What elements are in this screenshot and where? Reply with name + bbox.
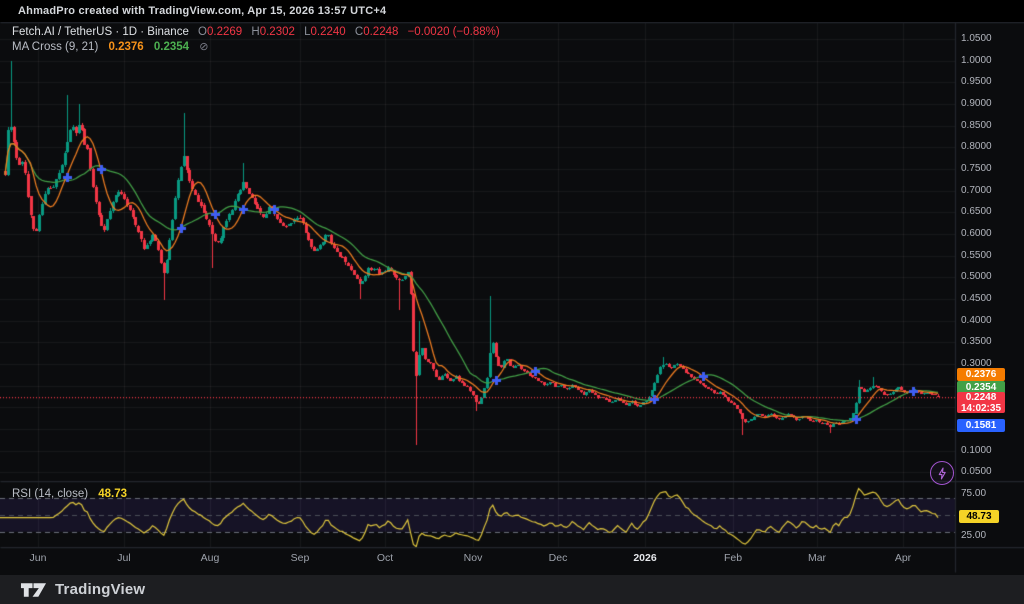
price-axis[interactable]: 0.2376 0.2354 0.2248 14:02:35 0.1581 48.… — [956, 22, 1024, 572]
hide-indicator-icon[interactable]: ⊘ — [199, 41, 208, 53]
price-tick-label: 0.5000 — [961, 271, 992, 282]
attribution-bar: AhmadPro created with TradingView.com, A… — [0, 0, 1024, 22]
low-level-price-badge: 0.1581 — [957, 419, 1005, 432]
high-value: 0.2302 — [260, 26, 295, 38]
rsi-tick-label: 75.00 — [961, 488, 986, 499]
bar-countdown: 14:02:35 — [957, 404, 1005, 415]
price-tick-label: 0.9500 — [961, 76, 992, 87]
footer-bar: TradingView — [0, 575, 1024, 604]
tradingview-logo[interactable] — [20, 581, 47, 599]
time-axis-label: Nov — [464, 552, 483, 564]
time-axis-label: Oct — [377, 552, 393, 564]
price-tick-label: 0.8000 — [961, 141, 992, 152]
price-tick-label: 0.8500 — [961, 120, 992, 131]
price-tick-label: 0.9000 — [961, 98, 992, 109]
last-price-value: 0.2248 — [957, 393, 1005, 404]
open-value: 0.2269 — [207, 26, 242, 38]
ma-cross-label[interactable]: MA Cross (9, 21) — [12, 41, 98, 53]
change-value: −0.0020 (−0.88%) — [408, 26, 500, 38]
boost-button[interactable] — [930, 461, 954, 485]
time-axis-label: Mar — [808, 552, 826, 564]
rsi-value-badge: 48.73 — [959, 510, 999, 523]
ma-cross-legend-row[interactable]: MA Cross (9, 21) 0.2376 0.2354 ⊘ — [12, 40, 500, 54]
time-axis-label: Apr — [895, 552, 911, 564]
symbol-legend-row[interactable]: Fetch.AI / TetherUS · 1D · Binance O0.22… — [12, 25, 500, 39]
close-label: C — [355, 26, 363, 38]
time-axis[interactable]: Jun Jul Aug Sep Oct Nov Dec 2026 Feb Mar Apr — [0, 548, 955, 572]
time-axis-label: 2026 — [633, 552, 656, 564]
ma-fast-price-badge: 0.2376 — [957, 368, 1005, 381]
price-tick-label: 0.3000 — [961, 358, 992, 369]
price-tick-label: 0.3500 — [961, 336, 992, 347]
price-tick-label: 0.5500 — [961, 250, 992, 261]
price-tick-label: 0.4000 — [961, 315, 992, 326]
price-tick-label: 0.4500 — [961, 293, 992, 304]
time-axis-label: Aug — [201, 552, 220, 564]
chart-canvas[interactable] — [0, 0, 1024, 604]
time-axis-label: Dec — [549, 552, 568, 564]
time-axis-label: Feb — [724, 552, 742, 564]
time-axis-label: Jul — [117, 552, 130, 564]
low-value: 0.2240 — [311, 26, 346, 38]
rsi-legend-value: 48.73 — [98, 488, 127, 500]
rsi-label[interactable]: RSI (14, close) — [12, 488, 88, 500]
time-axis-label: Sep — [291, 552, 310, 564]
rsi-tick-label: 25.00 — [961, 530, 986, 541]
price-tick-label: 0.1000 — [961, 445, 992, 456]
ma-fast-value: 0.2376 — [108, 41, 143, 53]
price-tick-label: 1.0500 — [961, 33, 992, 44]
price-tick-label: 0.0500 — [961, 466, 992, 477]
price-tick-label: 0.6000 — [961, 228, 992, 239]
rsi-legend-row[interactable]: RSI (14, close) 48.73 — [12, 487, 127, 501]
price-tick-label: 0.6500 — [961, 206, 992, 217]
price-tick-label: 1.0000 — [961, 55, 992, 66]
chart-legend: Fetch.AI / TetherUS · 1D · Binance O0.22… — [12, 25, 500, 55]
attribution-text: AhmadPro created with TradingView.com, A… — [18, 5, 386, 17]
lightning-icon — [936, 467, 949, 480]
price-tick-label: 0.7500 — [961, 163, 992, 174]
time-axis-label: Jun — [30, 552, 47, 564]
price-tick-label: 0.7000 — [961, 185, 992, 196]
last-price-badge: 0.2248 14:02:35 — [957, 392, 1005, 413]
open-label: O — [198, 26, 207, 38]
high-label: H — [251, 26, 259, 38]
brand-text: TradingView — [55, 581, 145, 598]
symbol-title[interactable]: Fetch.AI / TetherUS · 1D · Binance — [12, 26, 189, 38]
tradingview-chart-window: AhmadPro created with TradingView.com, A… — [0, 0, 1024, 604]
close-value: 0.2248 — [363, 26, 398, 38]
ma-slow-value: 0.2354 — [154, 41, 189, 53]
